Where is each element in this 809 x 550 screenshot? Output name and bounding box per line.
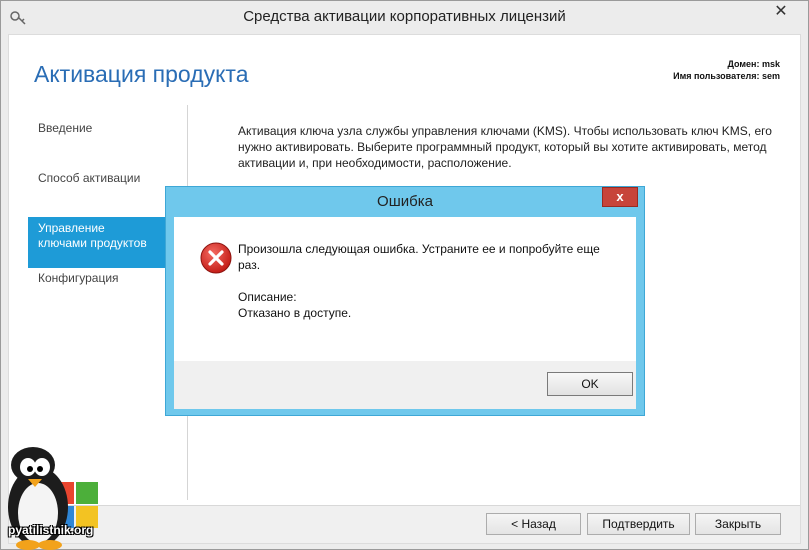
dialog-body: Произошла следующая ошибка. Устраните ее…: [174, 217, 636, 409]
page-description: Активация ключа узла службы управления к…: [238, 124, 772, 170]
watermark-logo: pyatilistnik.org: [0, 447, 106, 550]
wizard-footer: < Назад Подтвердить Закрыть: [9, 505, 800, 543]
domain-line: Домен: msk: [727, 59, 780, 69]
error-icon: [200, 242, 232, 274]
window-title: Средства активации корпоративных лицензи…: [243, 8, 566, 25]
ok-button[interactable]: OK: [547, 372, 633, 396]
error-dialog: Ошибка x Произошла следующая ошибка. Уст…: [165, 186, 645, 416]
dialog-close-button[interactable]: x: [602, 187, 638, 207]
user-line: Имя пользователя: sem: [673, 71, 780, 81]
description-value: Отказано в доступе.: [238, 306, 352, 320]
watermark-text: pyatilistnik.org: [8, 523, 94, 537]
dialog-footer: OK: [174, 361, 636, 409]
domain-info: Домен: msk Имя пользователя: sem: [673, 58, 780, 82]
back-button[interactable]: < Назад: [486, 513, 581, 535]
title-bar: Средства активации корпоративных лицензи…: [1, 1, 808, 34]
nav-item-product-keys[interactable]: Управление ключами продуктов: [28, 217, 166, 268]
description-label: Описание:: [238, 290, 297, 304]
dialog-title: Ошибка: [377, 193, 433, 210]
page-title: Активация продукта: [34, 61, 249, 87]
nav-item-intro[interactable]: Введение: [28, 117, 166, 140]
window-close-button[interactable]: ✕: [766, 1, 796, 23]
close-button[interactable]: Закрыть: [695, 513, 781, 535]
commit-button[interactable]: Подтвердить: [587, 513, 690, 535]
error-message: Произошла следующая ошибка. Устраните ее…: [238, 242, 600, 272]
nav-item-configuration[interactable]: Конфигурация: [28, 267, 166, 290]
nav-item-activation-method[interactable]: Способ активации: [28, 167, 166, 190]
